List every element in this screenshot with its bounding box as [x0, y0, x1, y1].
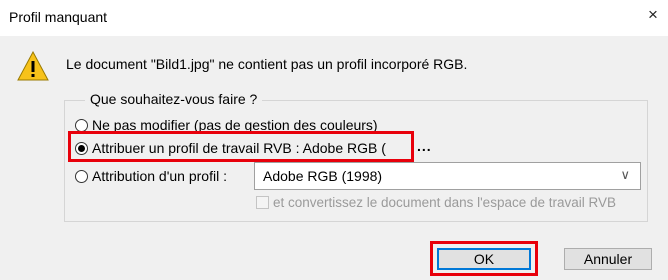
convert-checkbox[interactable]: [256, 196, 269, 209]
options-legend: Que souhaitez-vous faire ?: [85, 91, 263, 107]
cancel-button[interactable]: Annuler: [564, 248, 652, 270]
warning-icon: [17, 51, 49, 81]
option-assign-profile[interactable]: Attribution d'un profil :: [75, 168, 227, 184]
ok-button[interactable]: OK: [437, 248, 531, 270]
convert-checkbox-label: et convertissez le document dans l'espac…: [273, 195, 617, 210]
dialog-title: Profil manquant: [9, 9, 108, 25]
radio-selected-dot: [78, 144, 85, 152]
option-assign-working-profile[interactable]: Attribuer un profil de travail RVB : Ado…: [75, 140, 386, 156]
option-assign-working-profile-label: Attribuer un profil de travail RVB : Ado…: [92, 140, 386, 156]
chevron-down-icon[interactable]: ∨: [620, 167, 630, 183]
close-icon[interactable]: ×: [648, 6, 658, 24]
radio-assign-profile[interactable]: [75, 169, 88, 183]
truncation-ellipsis: ...: [417, 138, 432, 154]
message-text: Le document "Bild1.jpg" ne contient pas …: [66, 56, 468, 72]
radio-no-change[interactable]: [75, 118, 88, 132]
option-assign-profile-label: Attribution d'un profil :: [92, 168, 227, 184]
radio-assign-working-profile[interactable]: [75, 141, 88, 155]
title-bar: Profil manquant ×: [0, 0, 668, 36]
profile-select-value: Adobe RGB (1998): [263, 168, 383, 184]
profile-select[interactable]: Adobe RGB (1998) ∨: [254, 162, 641, 190]
